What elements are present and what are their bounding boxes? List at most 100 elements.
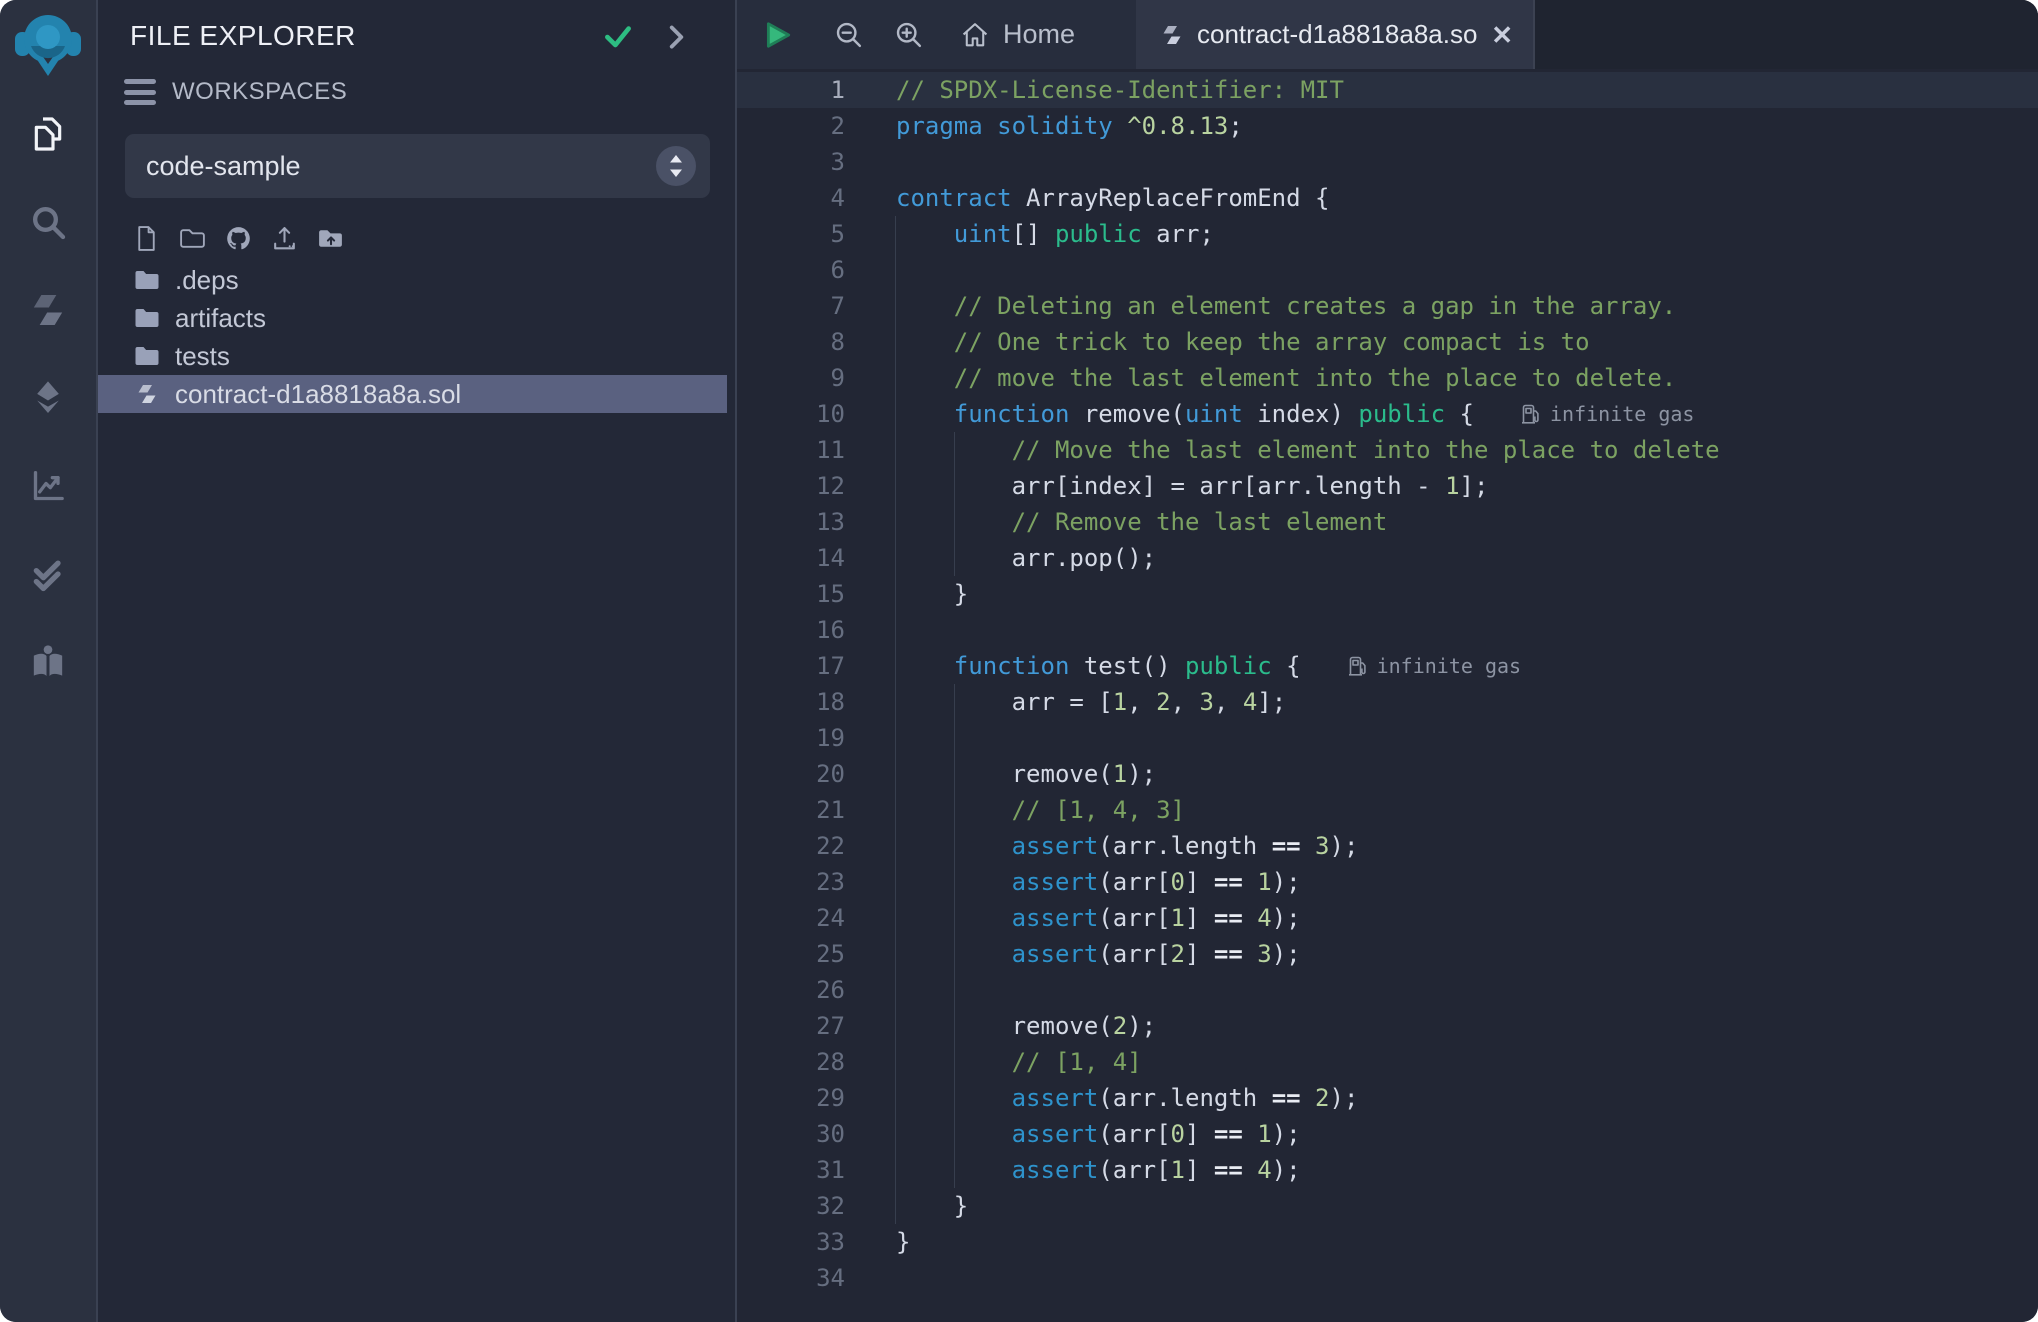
workspaces-menu-icon[interactable] xyxy=(124,79,156,105)
line-number[interactable]: 34 xyxy=(737,1260,896,1296)
tree-folder-deps[interactable]: .deps xyxy=(98,261,735,299)
code-line[interactable]: 2pragma solidity ^0.8.13; xyxy=(737,108,2038,144)
code-line[interactable]: 6 xyxy=(737,252,2038,288)
line-number[interactable]: 14 xyxy=(737,540,896,576)
code-line[interactable]: 24 assert(arr[1] == 4); xyxy=(737,900,2038,936)
code-line[interactable]: 21 // [1, 4, 3] xyxy=(737,792,2038,828)
code-line[interactable]: 11 // Move the last element into the pla… xyxy=(737,432,2038,468)
clone-github-icon[interactable] xyxy=(224,224,253,253)
line-number[interactable]: 9 xyxy=(737,360,896,396)
solidity-compiler-icon[interactable] xyxy=(28,290,68,330)
line-number[interactable]: 1 xyxy=(737,72,896,108)
code-line[interactable]: 20 remove(1); xyxy=(737,756,2038,792)
line-number[interactable]: 15 xyxy=(737,576,896,612)
line-number[interactable]: 26 xyxy=(737,972,896,1008)
code-line[interactable]: 26 xyxy=(737,972,2038,1008)
zoom-out-icon[interactable] xyxy=(833,19,865,51)
line-number[interactable]: 16 xyxy=(737,612,896,648)
code-text: } xyxy=(896,1224,910,1260)
line-number[interactable]: 32 xyxy=(737,1188,896,1224)
line-number[interactable]: 13 xyxy=(737,504,896,540)
line-number[interactable]: 22 xyxy=(737,828,896,864)
chevron-right-icon[interactable] xyxy=(659,19,693,53)
code-line[interactable]: 8 // One trick to keep the array compact… xyxy=(737,324,2038,360)
line-number[interactable]: 10 xyxy=(737,396,896,432)
line-number[interactable]: 23 xyxy=(737,864,896,900)
line-number[interactable]: 29 xyxy=(737,1080,896,1116)
code-text: arr.pop(); xyxy=(896,540,1156,576)
tree-file-contract[interactable]: contract-d1a8818a8a.sol xyxy=(98,375,727,413)
code-line[interactable]: 15 } xyxy=(737,576,2038,612)
line-number[interactable]: 3 xyxy=(737,144,896,180)
line-number[interactable]: 31 xyxy=(737,1152,896,1188)
code-line[interactable]: 12 arr[index] = arr[arr.length - 1]; xyxy=(737,468,2038,504)
code-line[interactable]: 18 arr = [1, 2, 3, 4]; xyxy=(737,684,2038,720)
search-icon[interactable] xyxy=(28,202,68,242)
statistics-icon[interactable] xyxy=(28,466,68,506)
code-line[interactable]: 27 remove(2); xyxy=(737,1008,2038,1044)
accept-check-icon[interactable] xyxy=(601,19,635,53)
tree-folder-artifacts[interactable]: artifacts xyxy=(98,299,735,337)
code-line[interactable]: 22 assert(arr.length == 3); xyxy=(737,828,2038,864)
code-line[interactable]: 31 assert(arr[1] == 4); xyxy=(737,1152,2038,1188)
create-folder-icon[interactable] xyxy=(178,224,207,253)
create-file-icon[interactable] xyxy=(132,224,161,253)
line-number[interactable]: 18 xyxy=(737,684,896,720)
code-line[interactable]: 1// SPDX-License-Identifier: MIT xyxy=(737,72,2038,108)
line-number[interactable]: 20 xyxy=(737,756,896,792)
run-script-icon[interactable] xyxy=(763,20,793,50)
line-number[interactable]: 25 xyxy=(737,936,896,972)
remix-logo-icon[interactable] xyxy=(9,6,87,86)
line-number[interactable]: 33 xyxy=(737,1224,896,1260)
tree-folder-tests[interactable]: tests xyxy=(98,337,735,375)
line-number[interactable]: 27 xyxy=(737,1008,896,1044)
code-line[interactable]: 30 assert(arr[0] == 1); xyxy=(737,1116,2038,1152)
workspace-stepper-icon[interactable] xyxy=(656,146,696,186)
line-number[interactable]: 6 xyxy=(737,252,896,288)
code-line[interactable]: 14 arr.pop(); xyxy=(737,540,2038,576)
code-line[interactable]: 25 assert(arr[2] == 3); xyxy=(737,936,2038,972)
code-area[interactable]: 1// SPDX-License-Identifier: MIT2pragma … xyxy=(737,69,2038,1322)
line-number[interactable]: 5 xyxy=(737,216,896,252)
code-line[interactable]: 17 function test() public { infinite gas xyxy=(737,648,2038,684)
line-number[interactable]: 7 xyxy=(737,288,896,324)
line-number[interactable]: 11 xyxy=(737,432,896,468)
deploy-run-icon[interactable] xyxy=(28,378,68,418)
tab-close-icon[interactable]: ✕ xyxy=(1491,22,1513,48)
line-number[interactable]: 4 xyxy=(737,180,896,216)
line-number[interactable]: 30 xyxy=(737,1116,896,1152)
code-line[interactable]: 3 xyxy=(737,144,2038,180)
code-line[interactable]: 33} xyxy=(737,1224,2038,1260)
code-line[interactable]: 10 function remove(uint index) public { … xyxy=(737,396,2038,432)
code-line[interactable]: 19 xyxy=(737,720,2038,756)
tab-contract[interactable]: contract-d1a8818a8a.sol ✕ xyxy=(1136,0,1535,69)
line-number[interactable]: 8 xyxy=(737,324,896,360)
learneth-icon[interactable] xyxy=(28,642,68,682)
unit-testing-icon[interactable] xyxy=(28,554,68,594)
code-line[interactable]: 32 } xyxy=(737,1188,2038,1224)
upload-folder-icon[interactable] xyxy=(316,224,345,253)
code-line[interactable]: 7 // Deleting an element creates a gap i… xyxy=(737,288,2038,324)
line-number[interactable]: 21 xyxy=(737,792,896,828)
code-line[interactable]: 9 // move the last element into the plac… xyxy=(737,360,2038,396)
code-line[interactable]: 23 assert(arr[0] == 1); xyxy=(737,864,2038,900)
workspace-select[interactable]: code-sample xyxy=(125,134,710,198)
file-explorer-icon[interactable] xyxy=(28,114,68,154)
code-line[interactable]: 5 uint[] public arr; xyxy=(737,216,2038,252)
line-number[interactable]: 2 xyxy=(737,108,896,144)
code-line[interactable]: 16 xyxy=(737,612,2038,648)
line-number[interactable]: 19 xyxy=(737,720,896,756)
code-line[interactable]: 29 assert(arr.length == 2); xyxy=(737,1080,2038,1116)
line-number[interactable]: 12 xyxy=(737,468,896,504)
code-line[interactable]: 4contract ArrayReplaceFromEnd { xyxy=(737,180,2038,216)
upload-file-icon[interactable] xyxy=(270,224,299,253)
line-number[interactable]: 17 xyxy=(737,648,896,684)
line-number[interactable]: 28 xyxy=(737,1044,896,1080)
code-line[interactable]: 28 // [1, 4] xyxy=(737,1044,2038,1080)
tab-home[interactable]: Home xyxy=(959,19,1075,51)
code-line[interactable]: 13 // Remove the last element xyxy=(737,504,2038,540)
code-line[interactable]: 34 xyxy=(737,1260,2038,1296)
zoom-in-icon[interactable] xyxy=(893,19,925,51)
code-lines[interactable]: 1// SPDX-License-Identifier: MIT2pragma … xyxy=(737,69,2038,1296)
line-number[interactable]: 24 xyxy=(737,900,896,936)
